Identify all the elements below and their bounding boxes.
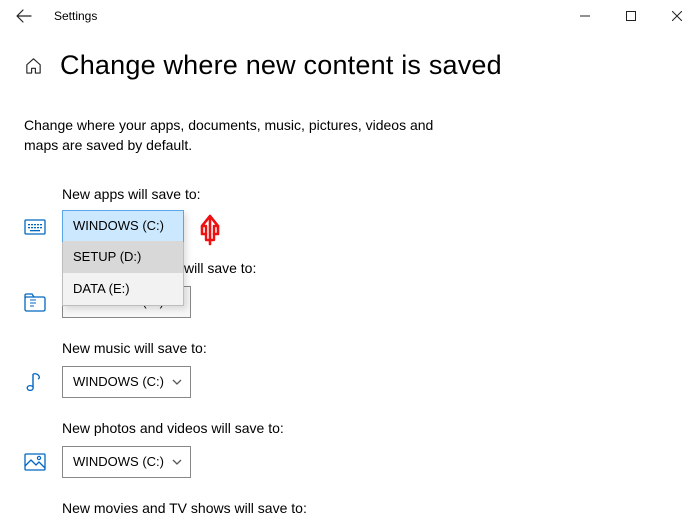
apps-section: New apps will save to: WINDOWS (C:) WIND… [24,186,676,244]
maximize-icon [626,11,636,21]
photos-section: New photos and videos will save to: WIND… [24,420,676,478]
close-button[interactable] [654,0,700,32]
maximize-button[interactable] [608,0,654,32]
music-icon [24,371,46,393]
music-dropdown-value: WINDOWS (C:) [73,374,164,389]
dropdown-option-setup-d[interactable]: SETUP (D:) [63,241,183,273]
page-title: Change where new content is saved [60,50,502,81]
back-button[interactable] [8,0,40,32]
back-arrow-icon [16,8,32,24]
music-label: New music will save to: [62,340,676,356]
minimize-button[interactable] [562,0,608,32]
photos-dropdown[interactable]: WINDOWS (C:) [62,446,191,478]
documents-label: will save to: [184,260,676,276]
photos-icon [24,453,46,471]
chevron-down-icon [172,459,182,465]
page-description: Change where your apps, documents, music… [24,115,454,156]
close-icon [672,11,682,21]
music-dropdown[interactable]: WINDOWS (C:) [62,366,191,398]
window-controls [562,0,700,32]
photos-dropdown-value: WINDOWS (C:) [73,454,164,469]
apps-icon [24,219,46,237]
page-content: Change where new content is saved Change… [0,50,700,516]
apps-label: New apps will save to: [62,186,676,202]
movies-label: New movies and TV shows will save to: [62,500,676,516]
titlebar: Settings [0,0,700,32]
apps-dropdown-menu: WINDOWS (C:) SETUP (D:) DATA (E:) [62,210,184,306]
music-section: New music will save to: WINDOWS (C:) [24,340,676,398]
photos-label: New photos and videos will save to: [62,420,676,436]
movies-section: New movies and TV shows will save to: [24,500,676,516]
dropdown-option-windows-c[interactable]: WINDOWS (C:) [62,210,184,242]
window-title: Settings [54,9,97,23]
page-header: Change where new content is saved [24,50,676,81]
dropdown-option-data-e[interactable]: DATA (E:) [63,273,183,305]
documents-icon [24,292,46,312]
home-icon[interactable] [24,56,44,76]
minimize-icon [580,11,590,21]
chevron-down-icon [172,379,182,385]
annotation-arrow [196,204,224,246]
